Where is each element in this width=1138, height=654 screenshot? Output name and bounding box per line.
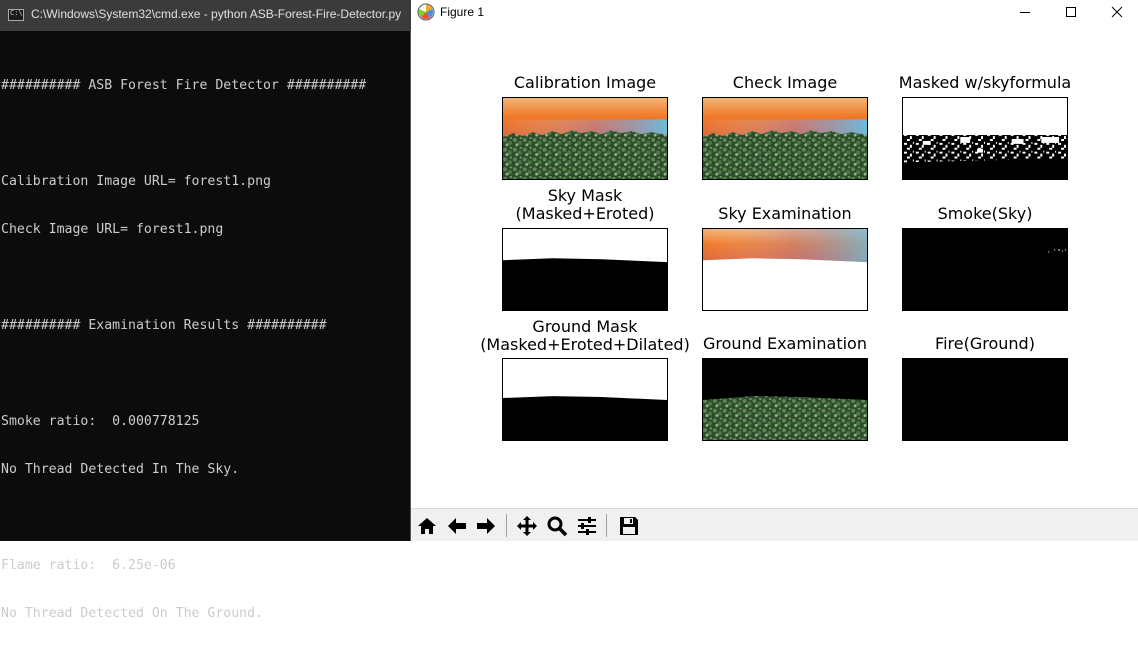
maximize-button[interactable] bbox=[1048, 0, 1094, 24]
configure-subplots-button[interactable] bbox=[573, 512, 601, 539]
cmd-line: ########## ASB Forest Fire Detector ####… bbox=[1, 78, 367, 93]
binary-mask bbox=[503, 229, 667, 310]
panel-title-smoke: Smoke(Sky) bbox=[937, 204, 1033, 223]
figure-window: Figure 1 Calibration Image Check Image M… bbox=[411, 0, 1138, 541]
cmd-output[interactable]: ########## ASB Forest Fire Detector ####… bbox=[1, 46, 409, 654]
panel-title-line: (Masked+Eroted) bbox=[515, 204, 655, 223]
zoom-button[interactable] bbox=[543, 512, 571, 539]
smoke-sky-image[interactable] bbox=[902, 228, 1068, 311]
panel-title-line: (Masked+Eroted+Dilated) bbox=[480, 335, 690, 354]
cmd-window-title: C:\Windows\System32\cmd.exe - python ASB… bbox=[31, 7, 402, 21]
matplotlib-toolbar bbox=[411, 508, 1138, 541]
sky-examination-image[interactable] bbox=[702, 228, 868, 311]
cmd-line bbox=[1, 366, 409, 382]
sky-mask-image[interactable] bbox=[502, 228, 668, 311]
binary-mask bbox=[903, 98, 1067, 179]
forward-button[interactable] bbox=[472, 512, 500, 539]
panel-title-sky-exam: Sky Examination bbox=[718, 204, 852, 223]
panel-title-fire: Fire(Ground) bbox=[935, 334, 1035, 353]
panel-title-line: Ground Mask bbox=[532, 317, 638, 336]
cmd-window: C:\Windows\System32\cmd.exe - python ASB… bbox=[0, 0, 411, 621]
minimize-icon bbox=[1020, 12, 1030, 13]
pan-icon bbox=[517, 516, 537, 536]
cmd-line: ########## Examination Results #########… bbox=[1, 318, 327, 333]
masked-sky-formula-image[interactable] bbox=[902, 97, 1068, 180]
cmd-line: Check Image URL= forest1.png bbox=[1, 222, 224, 237]
smoke-detection-mask bbox=[903, 229, 1067, 310]
home-icon bbox=[418, 518, 436, 534]
cmd-line: Flame ratio: 6.25e-06 bbox=[1, 558, 176, 573]
save-icon bbox=[620, 517, 638, 535]
panel-title-masked: Masked w/skyformula bbox=[898, 73, 1072, 92]
cmd-line: No Thread Detected On The Ground. bbox=[1, 606, 264, 621]
forward-arrow-icon bbox=[477, 518, 495, 534]
panel-title-line: Sky Mask bbox=[547, 186, 623, 205]
ground-mask-image[interactable] bbox=[502, 358, 668, 441]
masked-ground-photo bbox=[703, 359, 867, 440]
toolbar-separator bbox=[606, 514, 607, 537]
cmd-line bbox=[1, 510, 409, 526]
forest-photo bbox=[703, 98, 867, 179]
figure-window-title: Figure 1 bbox=[440, 5, 485, 19]
panel-title-ground-exam: Ground Examination bbox=[703, 334, 867, 353]
cmd-title-bar[interactable]: C:\Windows\System32\cmd.exe - python ASB… bbox=[0, 0, 411, 31]
fire-ground-image[interactable] bbox=[902, 358, 1068, 441]
binary-mask bbox=[503, 359, 667, 440]
close-button[interactable] bbox=[1094, 0, 1138, 24]
pan-button[interactable] bbox=[513, 512, 541, 539]
masked-sky-photo bbox=[703, 229, 867, 310]
cmd-icon bbox=[8, 9, 24, 21]
figure-title-bar[interactable]: Figure 1 bbox=[411, 0, 1138, 24]
cmd-line bbox=[1, 126, 409, 142]
configure-subplots-icon bbox=[578, 517, 596, 535]
fire-detection-mask bbox=[903, 359, 1067, 440]
minimize-button[interactable] bbox=[1002, 0, 1048, 24]
panel-title-calibration: Calibration Image bbox=[513, 73, 657, 92]
close-icon bbox=[1111, 6, 1123, 18]
cmd-line: No Thread Detected In The Sky. bbox=[1, 462, 240, 477]
maximize-icon bbox=[1066, 7, 1076, 17]
calibration-image[interactable] bbox=[502, 97, 668, 180]
save-button[interactable] bbox=[615, 512, 643, 539]
panel-title-check: Check Image bbox=[732, 73, 838, 92]
cmd-line: Smoke ratio: 0.000778125 bbox=[1, 414, 200, 429]
ground-examination-image[interactable] bbox=[702, 358, 868, 441]
check-image[interactable] bbox=[702, 97, 868, 180]
panel-title-ground-mask: Ground Mask (Masked+Eroted+Dilated) bbox=[452, 318, 718, 354]
matplotlib-icon bbox=[417, 3, 435, 21]
back-button[interactable] bbox=[443, 512, 471, 539]
toolbar-separator bbox=[506, 514, 507, 537]
back-arrow-icon bbox=[448, 518, 466, 534]
cmd-line bbox=[1, 270, 409, 286]
forest-photo bbox=[503, 98, 667, 179]
home-button[interactable] bbox=[413, 512, 441, 539]
panel-title-sky-mask: Sky Mask (Masked+Eroted) bbox=[472, 187, 698, 223]
cmd-line: Calibration Image URL= forest1.png bbox=[1, 174, 271, 189]
zoom-icon bbox=[547, 516, 568, 537]
